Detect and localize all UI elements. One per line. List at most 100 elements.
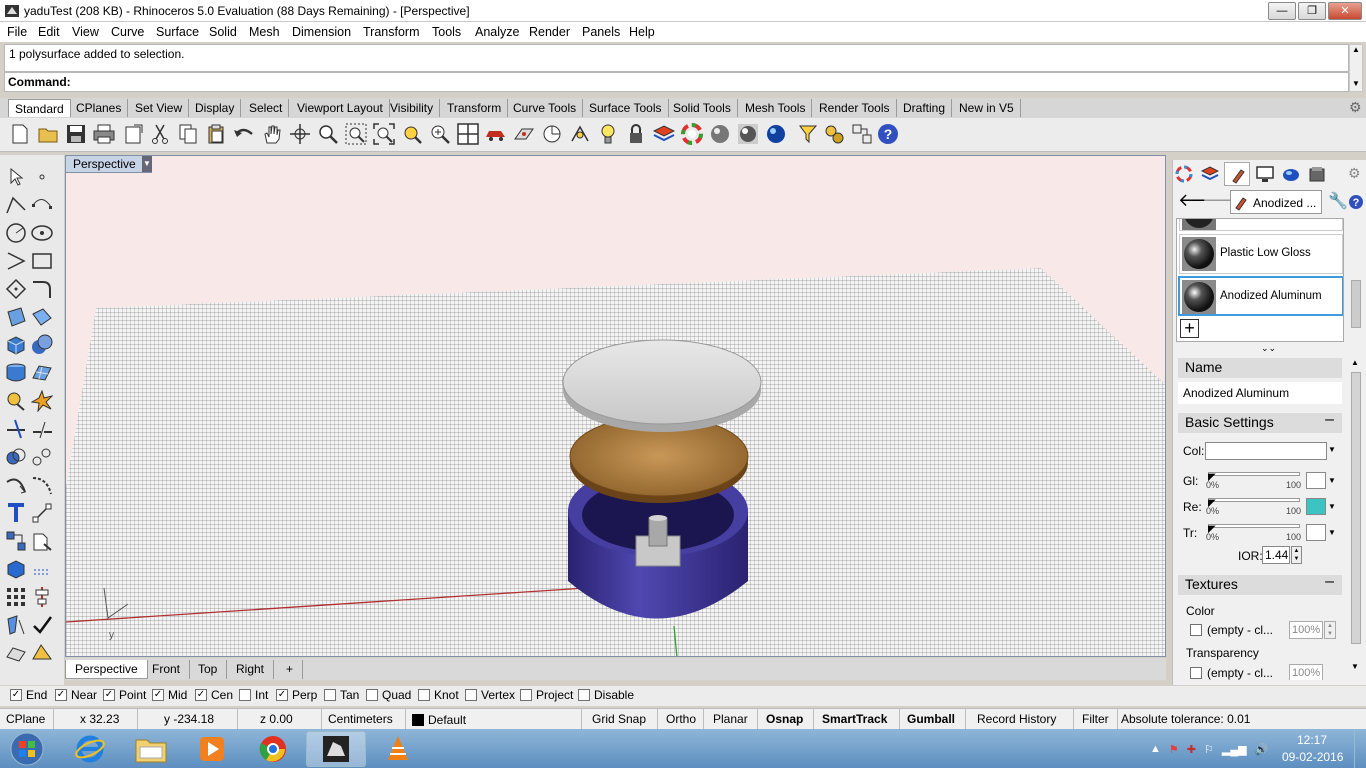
help-icon[interactable]: ? [876, 122, 900, 146]
text-icon[interactable] [4, 501, 28, 525]
clock-time[interactable]: 12:17 [1297, 733, 1327, 747]
four-viewports-icon[interactable] [456, 122, 480, 146]
scroll-down-icon[interactable]: ▼ [1351, 662, 1359, 671]
menu-help[interactable]: Help [629, 25, 655, 39]
tray-volume-icon[interactable]: 🔊 [1255, 743, 1269, 756]
properties-scrollbar[interactable]: ▲ ▼ [1349, 358, 1363, 680]
tab-surface-tools[interactable]: Surface Tools [583, 99, 669, 117]
add-viewport-tab-button[interactable]: + [277, 660, 304, 679]
perspective-viewport[interactable]: y [65, 155, 1166, 657]
undo-icon[interactable] [232, 122, 256, 146]
copy-icon[interactable] [176, 122, 200, 146]
status-smarttrack[interactable]: SmartTrack [814, 709, 900, 730]
extrude-surface-icon[interactable] [30, 305, 54, 329]
menu-transform[interactable]: Transform [363, 25, 420, 39]
osnap-perp[interactable]: ✓ Perp [276, 688, 317, 702]
open-folder-icon[interactable] [36, 122, 60, 146]
status-gumball[interactable]: Gumball [900, 709, 966, 730]
check-icon[interactable] [30, 613, 54, 637]
viewport-title[interactable]: Perspective ▼ [65, 155, 152, 173]
solid-box-icon[interactable] [4, 557, 28, 581]
save-icon[interactable] [64, 122, 88, 146]
wrench-icon[interactable]: 🔧 [1328, 191, 1348, 211]
menu-analyze[interactable]: Analyze [475, 25, 519, 39]
transparency-dropdown-arrow-icon[interactable]: ▼ [1328, 528, 1336, 537]
tab-standard[interactable]: Standard [8, 99, 71, 117]
environment-icon[interactable] [1282, 165, 1300, 183]
rotate-view-icon[interactable] [288, 122, 312, 146]
gloss-color-swatch[interactable] [1306, 472, 1326, 489]
texture-color-slot[interactable]: (empty - cl... [1207, 623, 1273, 637]
zoom-extents-icon[interactable] [372, 122, 396, 146]
panel-help-icon[interactable]: ? [1348, 194, 1364, 210]
menu-curve[interactable]: Curve [111, 25, 144, 39]
light-bulb-icon[interactable] [596, 122, 620, 146]
tab-render-tools[interactable]: Render Tools [813, 99, 897, 117]
texture-transparency-amount[interactable]: 100% [1289, 664, 1323, 680]
osnap-point-checkbox[interactable]: ✓ [103, 689, 115, 701]
named-view-car-icon[interactable] [484, 122, 508, 146]
basic-settings-header[interactable]: Basic Settings – [1178, 411, 1342, 433]
rendered-sphere-icon[interactable] [736, 122, 760, 146]
tab-display[interactable]: Display [189, 99, 242, 117]
shaded-sphere-icon[interactable] [708, 122, 732, 146]
material-name-field[interactable]: Anodized Aluminum [1178, 382, 1342, 404]
curve-points-icon[interactable] [30, 193, 54, 217]
osnap-end[interactable]: ✓ End [10, 688, 47, 702]
osnap-near[interactable]: ✓ Near [55, 688, 97, 702]
menu-render[interactable]: Render [529, 25, 570, 39]
texture-transparency-checkbox[interactable] [1190, 667, 1202, 679]
status-filter[interactable]: Filter [1074, 709, 1118, 730]
tab-solid-tools[interactable]: Solid Tools [667, 99, 738, 117]
lock-icon[interactable] [624, 122, 648, 146]
tab-visibility[interactable]: Visibility [384, 99, 441, 117]
osnap-near-checkbox[interactable]: ✓ [55, 689, 67, 701]
osnap-perp-checkbox[interactable]: ✓ [276, 689, 288, 701]
menu-file[interactable]: File [7, 25, 27, 39]
zoom-window-icon[interactable] [344, 122, 368, 146]
osnap-cen-checkbox[interactable]: ✓ [195, 689, 207, 701]
start-button[interactable] [0, 731, 54, 767]
bend-icon[interactable] [4, 613, 28, 637]
texture-color-amount[interactable]: 100% [1289, 621, 1323, 639]
layers-tab-icon[interactable] [1201, 165, 1219, 183]
taskbar-internet-explorer[interactable] [60, 731, 120, 767]
tab-curve-tools[interactable]: Curve Tools [507, 99, 584, 117]
boolean-icon[interactable] [4, 445, 28, 469]
blend-curve-icon[interactable] [30, 473, 54, 497]
tray-security-icon[interactable]: ✚ [1187, 743, 1196, 756]
menu-panels[interactable]: Panels [582, 25, 620, 39]
named-cplane-icon[interactable] [512, 122, 536, 146]
polyline-icon[interactable] [4, 193, 28, 217]
menu-tools[interactable]: Tools [432, 25, 461, 39]
ior-input[interactable]: 1.44 [1262, 546, 1290, 564]
rectangle-icon[interactable] [30, 249, 54, 273]
box-icon[interactable] [4, 333, 28, 357]
tab-viewport-layout[interactable]: Viewport Layout [291, 99, 390, 117]
status-osnap[interactable]: Osnap [758, 709, 814, 730]
zoom-all-icon[interactable] [428, 122, 452, 146]
viewport-menu-arrow-icon[interactable]: ▼ [142, 156, 152, 172]
circle-icon[interactable] [4, 221, 28, 245]
tab-transform[interactable]: Transform [441, 99, 509, 117]
osnap-cen[interactable]: ✓ Cen [195, 688, 233, 702]
viewport-tab-top[interactable]: Top [189, 660, 228, 679]
tray-flag-icon[interactable]: ⚐ [1204, 743, 1214, 756]
command-icon[interactable] [850, 122, 874, 146]
osnap-knot-checkbox[interactable] [418, 689, 430, 701]
osnap-point[interactable]: ✓ Point [103, 688, 146, 702]
osnap-end-checkbox[interactable]: ✓ [10, 689, 22, 701]
tray-expand-icon[interactable]: ▲ [1150, 743, 1161, 755]
viewport-tab-perspective[interactable]: Perspective [65, 660, 148, 679]
scrollbar-thumb[interactable] [1351, 372, 1361, 644]
dot-grid-icon[interactable] [30, 557, 54, 581]
osnap-tan[interactable]: Tan [324, 688, 359, 702]
cut-icon[interactable] [148, 122, 172, 146]
menu-edit[interactable]: Edit [38, 25, 60, 39]
print-icon[interactable] [92, 122, 116, 146]
current-material-dropdown[interactable]: Anodized ... [1230, 190, 1322, 214]
texture-transparency-slot[interactable]: (empty - cl... [1207, 666, 1273, 680]
scroll-up-icon[interactable]: ▲ [1351, 358, 1359, 367]
taskbar-media-player[interactable] [182, 731, 242, 767]
tab-select[interactable]: Select [243, 99, 290, 117]
